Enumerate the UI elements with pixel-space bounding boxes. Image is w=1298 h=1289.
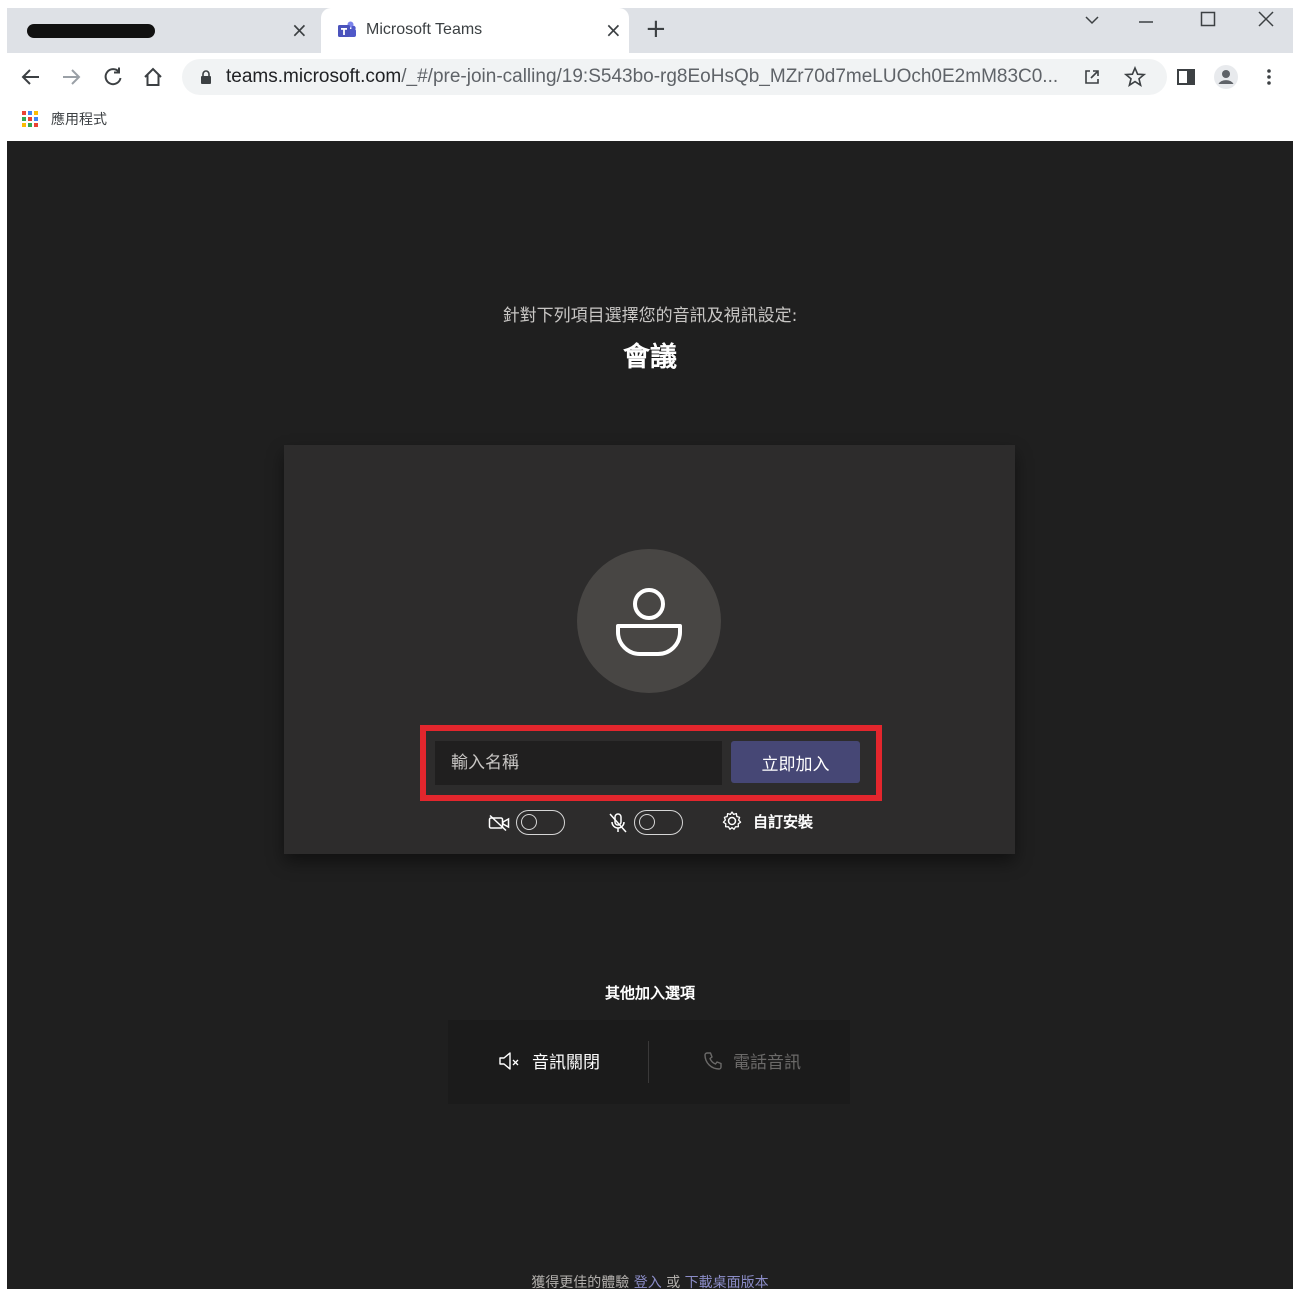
share-icon — [1085, 70, 1099, 84]
back-button[interactable] — [17, 63, 45, 91]
other-join-options-title: 其他加入選項 — [604, 984, 695, 1002]
address-bar[interactable]: teams.microsoft.com/_#/pre-join-calling/… — [182, 59, 1167, 95]
name-input[interactable] — [435, 741, 722, 785]
audio-off-label: 音訊關閉 — [532, 1053, 600, 1073]
tab-title: Microsoft Teams — [366, 21, 483, 38]
meeting-title: 會議 — [623, 342, 677, 373]
footer: 獲得更佳的體驗 登入 或 下載桌面版本 — [7, 1272, 1293, 1289]
bookmarks-bar: 應用程式 — [7, 101, 1293, 141]
url-text[interactable]: teams.microsoft.com/_#/pre-join-calling/… — [226, 66, 1058, 88]
home-icon — [144, 67, 162, 86]
more-vertical-icon — [1267, 69, 1271, 85]
bookmark-label: 應用程式 — [51, 112, 107, 128]
profile-button[interactable] — [1212, 63, 1240, 91]
camera-off-icon — [488, 814, 510, 831]
camera-toggle[interactable] — [516, 810, 565, 835]
tab-redacted[interactable]: × — [7, 8, 317, 53]
bookmark-star-button[interactable] — [1121, 63, 1149, 91]
forward-button[interactable] — [57, 63, 85, 91]
bookmark-apps[interactable]: 應用程式 — [21, 109, 107, 129]
tab-microsoft-teams[interactable]: Microsoft Teams × — [321, 8, 629, 53]
phone-audio-option[interactable]: 電話音訊 — [703, 1048, 801, 1073]
url-path: /_#/pre-join-calling/19:S543bo-rg8EoHsQb… — [401, 66, 1059, 87]
toggle-knob — [639, 814, 655, 830]
browser-toolbar: teams.microsoft.com/_#/pre-join-calling/… — [7, 53, 1293, 101]
mic-off-icon — [609, 812, 627, 832]
gear-icon — [722, 811, 742, 830]
avatar — [577, 549, 721, 693]
join-now-button[interactable]: 立即加入 — [731, 741, 860, 783]
reload-icon — [104, 67, 122, 86]
custom-setup-label: 自訂安裝 — [753, 812, 814, 831]
footer-or: 或 — [666, 1275, 681, 1289]
close-icon[interactable]: × — [605, 18, 622, 42]
camera-control — [488, 810, 565, 835]
options-divider — [648, 1041, 649, 1083]
phone-audio-label: 電話音訊 — [733, 1053, 801, 1073]
minimize-icon[interactable] — [1137, 16, 1155, 28]
side-panel-button[interactable] — [1172, 63, 1200, 91]
side-panel-icon — [1177, 69, 1195, 85]
custom-setup-button[interactable]: 自訂安裝 — [721, 810, 813, 832]
toggle-knob — [521, 814, 537, 830]
tab-search-icon[interactable] — [1083, 14, 1101, 26]
menu-button[interactable] — [1255, 63, 1283, 91]
maximize-icon[interactable] — [1199, 10, 1217, 28]
new-tab-button[interactable]: + — [645, 16, 667, 42]
person-icon — [616, 588, 682, 656]
arrow-left-icon — [21, 69, 39, 85]
close-window-icon[interactable] — [1257, 10, 1275, 28]
speaker-mute-icon — [499, 1051, 519, 1070]
footer-prefix: 獲得更佳的體驗 — [531, 1275, 630, 1289]
teams-logo-icon — [338, 21, 356, 37]
teams-prejoin-page: 針對下列項目選擇您的音訊及視訊設定: 會議 立即加入 — [7, 141, 1293, 1289]
url-host: teams.microsoft.com — [226, 66, 402, 87]
download-desktop-link[interactable]: 下載桌面版本 — [685, 1275, 769, 1289]
sign-in-link[interactable]: 登入 — [634, 1275, 662, 1289]
video-preview-card: 立即加入 — [284, 445, 1015, 854]
tab-strip: × Microsoft Teams × + — [7, 8, 1293, 53]
device-controls: 自訂安裝 — [284, 810, 1015, 840]
lock-icon[interactable] — [200, 70, 212, 84]
mic-control — [608, 810, 683, 835]
reload-button[interactable] — [99, 63, 127, 91]
phone-icon — [704, 1051, 722, 1070]
share-button[interactable] — [1078, 63, 1106, 91]
mic-toggle[interactable] — [634, 810, 683, 835]
arrow-right-icon — [63, 69, 81, 85]
settings-subtitle: 針對下列項目選擇您的音訊及視訊設定: — [502, 306, 798, 326]
home-button[interactable] — [139, 63, 167, 91]
star-icon — [1124, 66, 1146, 87]
avatar — [1214, 65, 1238, 89]
close-icon[interactable]: × — [291, 18, 308, 42]
apps-grid-icon — [22, 111, 38, 127]
other-join-options: 音訊關閉 電話音訊 — [448, 1020, 850, 1104]
audio-off-option[interactable]: 音訊關閉 — [498, 1048, 600, 1073]
redacted-tab-title — [27, 24, 155, 38]
